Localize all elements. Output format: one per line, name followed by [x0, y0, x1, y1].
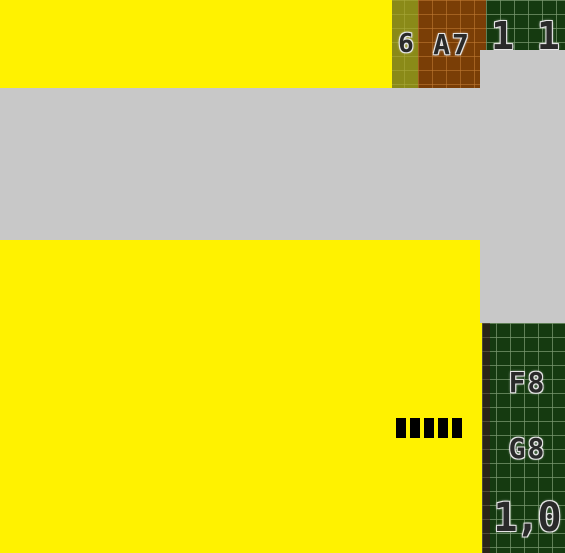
progress-segment: [424, 418, 434, 438]
progress-segment: [396, 418, 406, 438]
progress-segment: [452, 418, 462, 438]
map-cell-f8[interactable]: F8: [490, 362, 565, 402]
map-cell-label: A7: [433, 27, 471, 61]
progress-segment: [410, 418, 420, 438]
map-cell-6[interactable]: 6: [390, 0, 418, 88]
map-cell-label: 1,0: [493, 495, 561, 541]
overlay-top-yellow: [0, 0, 392, 88]
map-cell-g8[interactable]: G8: [490, 428, 565, 468]
progress-segment: [438, 418, 448, 438]
segmented-progress-indicator: [396, 418, 462, 438]
overlay-right-gray-panel: [480, 50, 565, 323]
map-cell-label: 6: [398, 29, 416, 59]
map-cell-a7[interactable]: A7: [418, 0, 486, 88]
map-cell-label: G8: [508, 431, 547, 465]
overlay-bottom-yellow: [0, 240, 482, 553]
map-cell-label: F8: [508, 365, 547, 399]
map-cell-10[interactable]: 1,0: [488, 492, 565, 544]
